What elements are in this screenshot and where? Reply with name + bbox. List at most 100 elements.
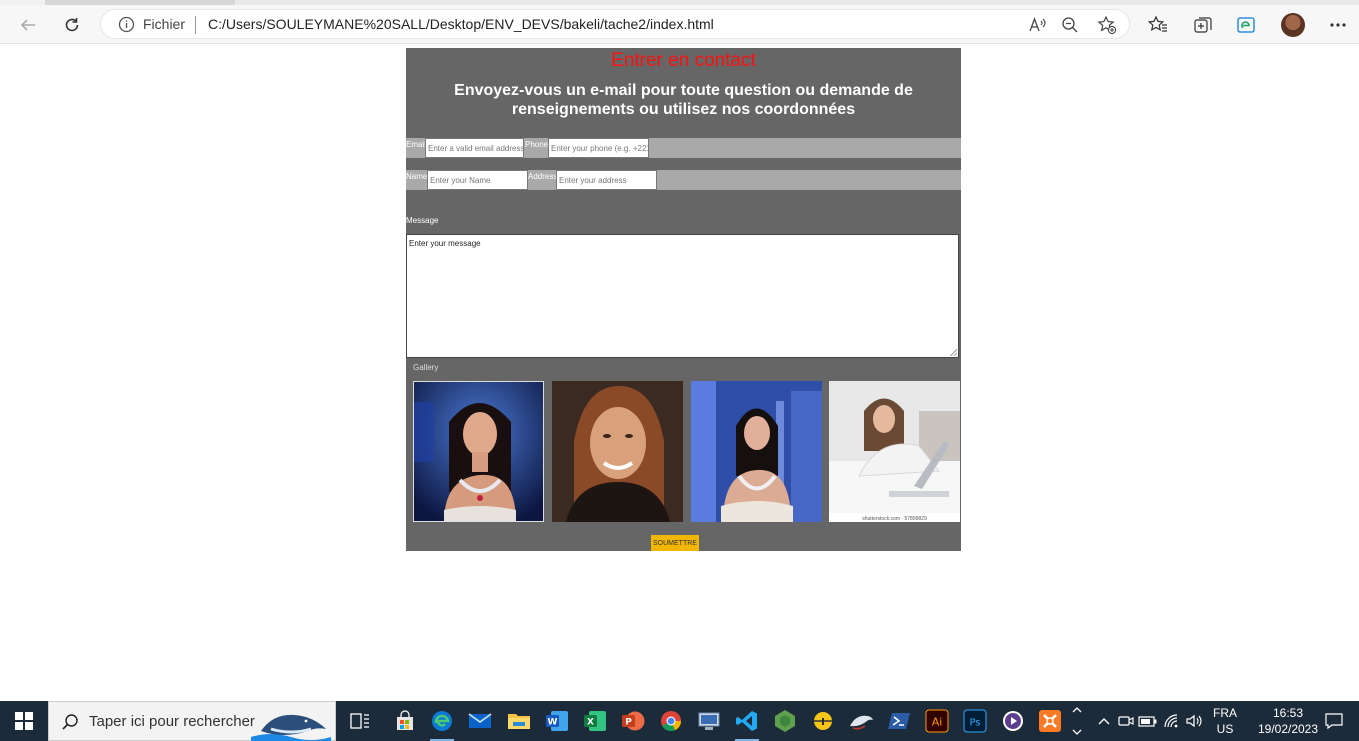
word-icon: W	[546, 711, 568, 731]
remote-desktop-icon	[698, 712, 720, 730]
info-icon[interactable]	[118, 16, 135, 33]
name-label: Name	[406, 172, 428, 181]
taskbar-scroll[interactable]	[1066, 704, 1088, 738]
notification-icon	[1325, 713, 1343, 730]
volume-button[interactable]	[1180, 707, 1208, 735]
address-bar[interactable]: Fichier C:/Users/SOULEYMANE%20SALL/Deskt…	[100, 9, 1130, 39]
scheme-label: Fichier	[143, 16, 186, 32]
svg-text:W: W	[548, 718, 558, 728]
edge-bar-icon	[1237, 17, 1255, 33]
xampp-app-button[interactable]	[1036, 707, 1064, 735]
page-title: Entrer en contact	[611, 50, 756, 71]
clock-date: 19/02/2023	[1257, 722, 1319, 736]
folder-icon	[508, 714, 530, 729]
message-label: Message	[406, 216, 439, 225]
wifi-icon	[1164, 714, 1178, 728]
caret-up-icon	[1098, 718, 1110, 725]
back-button[interactable]	[15, 12, 41, 38]
address-label: Address	[528, 172, 558, 181]
dolphin-icon	[850, 715, 873, 730]
task-view-icon	[350, 713, 369, 729]
email-field[interactable]: Enter a valid email address	[425, 138, 524, 158]
windows-logo-icon	[15, 712, 33, 730]
mysql-app-button[interactable]	[847, 707, 875, 735]
zoom-out-button[interactable]	[1059, 14, 1081, 36]
refresh-icon	[65, 18, 79, 32]
star-add-icon	[1097, 15, 1117, 35]
clock-time: 16:53	[1272, 706, 1304, 720]
powershell-app-button[interactable]	[885, 707, 913, 735]
settings-menu-button[interactable]	[1325, 12, 1351, 38]
explorer-app-button[interactable]	[505, 707, 533, 735]
address-separator	[195, 16, 196, 34]
store-icon	[397, 710, 413, 730]
collections-button[interactable]	[1190, 12, 1216, 38]
svg-text:Ps: Ps	[969, 718, 980, 729]
name-field[interactable]: Enter your Name	[427, 170, 528, 190]
favorites-button[interactable]	[1145, 12, 1171, 38]
svg-text:Ai: Ai	[932, 716, 943, 729]
illustrator-icon: Ai	[925, 709, 949, 733]
edge-app-button[interactable]	[428, 707, 456, 741]
search-icon	[62, 714, 78, 730]
refresh-button[interactable]	[59, 12, 85, 38]
app-badge-button[interactable]: I	[809, 707, 837, 735]
gallery-photo-2[interactable]	[552, 381, 683, 522]
vscode-app-button[interactable]	[733, 707, 761, 741]
store-app-button[interactable]	[391, 707, 419, 735]
powerpoint-icon: P	[622, 711, 645, 731]
chrome-icon	[661, 711, 682, 732]
contact-row-1: Email Enter a valid email address Phone …	[406, 138, 961, 158]
read-aloud-button[interactable]	[1026, 14, 1048, 36]
photo-watermark: shutterstock.com · 57899829	[862, 516, 927, 522]
chrome-app-button[interactable]	[657, 707, 685, 735]
mail-app-button[interactable]	[466, 707, 494, 735]
resize-handle-icon[interactable]	[949, 348, 957, 356]
start-button[interactable]	[0, 701, 48, 741]
photoshop-app-button[interactable]: Ps	[961, 707, 989, 735]
keyboard-layout: US	[1216, 722, 1234, 736]
chevron-down-icon	[1072, 729, 1082, 735]
rdp-app-button[interactable]	[695, 707, 723, 735]
gallery-photo-3[interactable]	[691, 381, 822, 522]
woman-portrait-image	[414, 382, 543, 521]
message-placeholder: Enter your message	[409, 239, 481, 248]
taskbar-search[interactable]: Taper ici pour rechercher	[48, 701, 336, 741]
camera-icon	[1118, 716, 1134, 726]
photoshop-icon: Ps	[963, 709, 987, 733]
contact-card: Entrer en contact Envoyez-vous un e-mail…	[406, 48, 961, 551]
task-view-button[interactable]	[346, 707, 374, 735]
url-text[interactable]: C:/Users/SOULEYMANE%20SALL/Desktop/ENV_D…	[208, 16, 714, 32]
mail-icon	[468, 713, 492, 728]
whale-search-highlight-icon	[251, 714, 331, 741]
more-dots-icon	[1330, 23, 1346, 27]
message-textarea[interactable]: Enter your message	[406, 234, 959, 358]
excel-app-button[interactable]: X	[581, 707, 609, 735]
nodejs-app-button[interactable]	[771, 707, 799, 735]
phone-field[interactable]: Enter your phone (e.g. +221	[548, 138, 649, 158]
word-app-button[interactable]: W	[543, 707, 571, 735]
gallery-photo-4[interactable]: shutterstock.com · 57899829	[829, 381, 960, 522]
xampp-icon	[1039, 710, 1061, 732]
clock-button[interactable]: 16:53 19/02/2023	[1253, 705, 1323, 737]
media-player-app-button[interactable]	[999, 707, 1027, 735]
address-field[interactable]: Enter your address	[556, 170, 657, 190]
edge-icon	[432, 711, 452, 731]
zoom-out-icon	[1062, 17, 1078, 33]
submit-button[interactable]: SOUMETTRE	[651, 535, 699, 551]
notifications-button[interactable]	[1320, 707, 1348, 735]
nodejs-icon	[775, 710, 795, 732]
powerpoint-app-button[interactable]: P	[619, 707, 647, 735]
profile-avatar[interactable]	[1281, 13, 1305, 37]
gallery-photo-1[interactable]	[413, 381, 544, 522]
svg-text:P: P	[625, 718, 632, 728]
page-subtitle: Envoyez-vous un e-mail pour toute questi…	[454, 82, 913, 118]
lang-code: FRA	[1213, 706, 1237, 720]
add-favorite-button[interactable]	[1096, 14, 1118, 36]
windows-taskbar: Taper ici pour rechercher W X P I Ai Ps …	[0, 701, 1359, 741]
play-circle-icon	[1003, 711, 1023, 731]
input-language-button[interactable]: FRA US	[1210, 705, 1240, 737]
edge-bar-button[interactable]	[1233, 12, 1259, 38]
illustrator-app-button[interactable]: Ai	[923, 707, 951, 735]
browser-toolbar: Fichier C:/Users/SOULEYMANE%20SALL/Deskt…	[0, 5, 1359, 44]
